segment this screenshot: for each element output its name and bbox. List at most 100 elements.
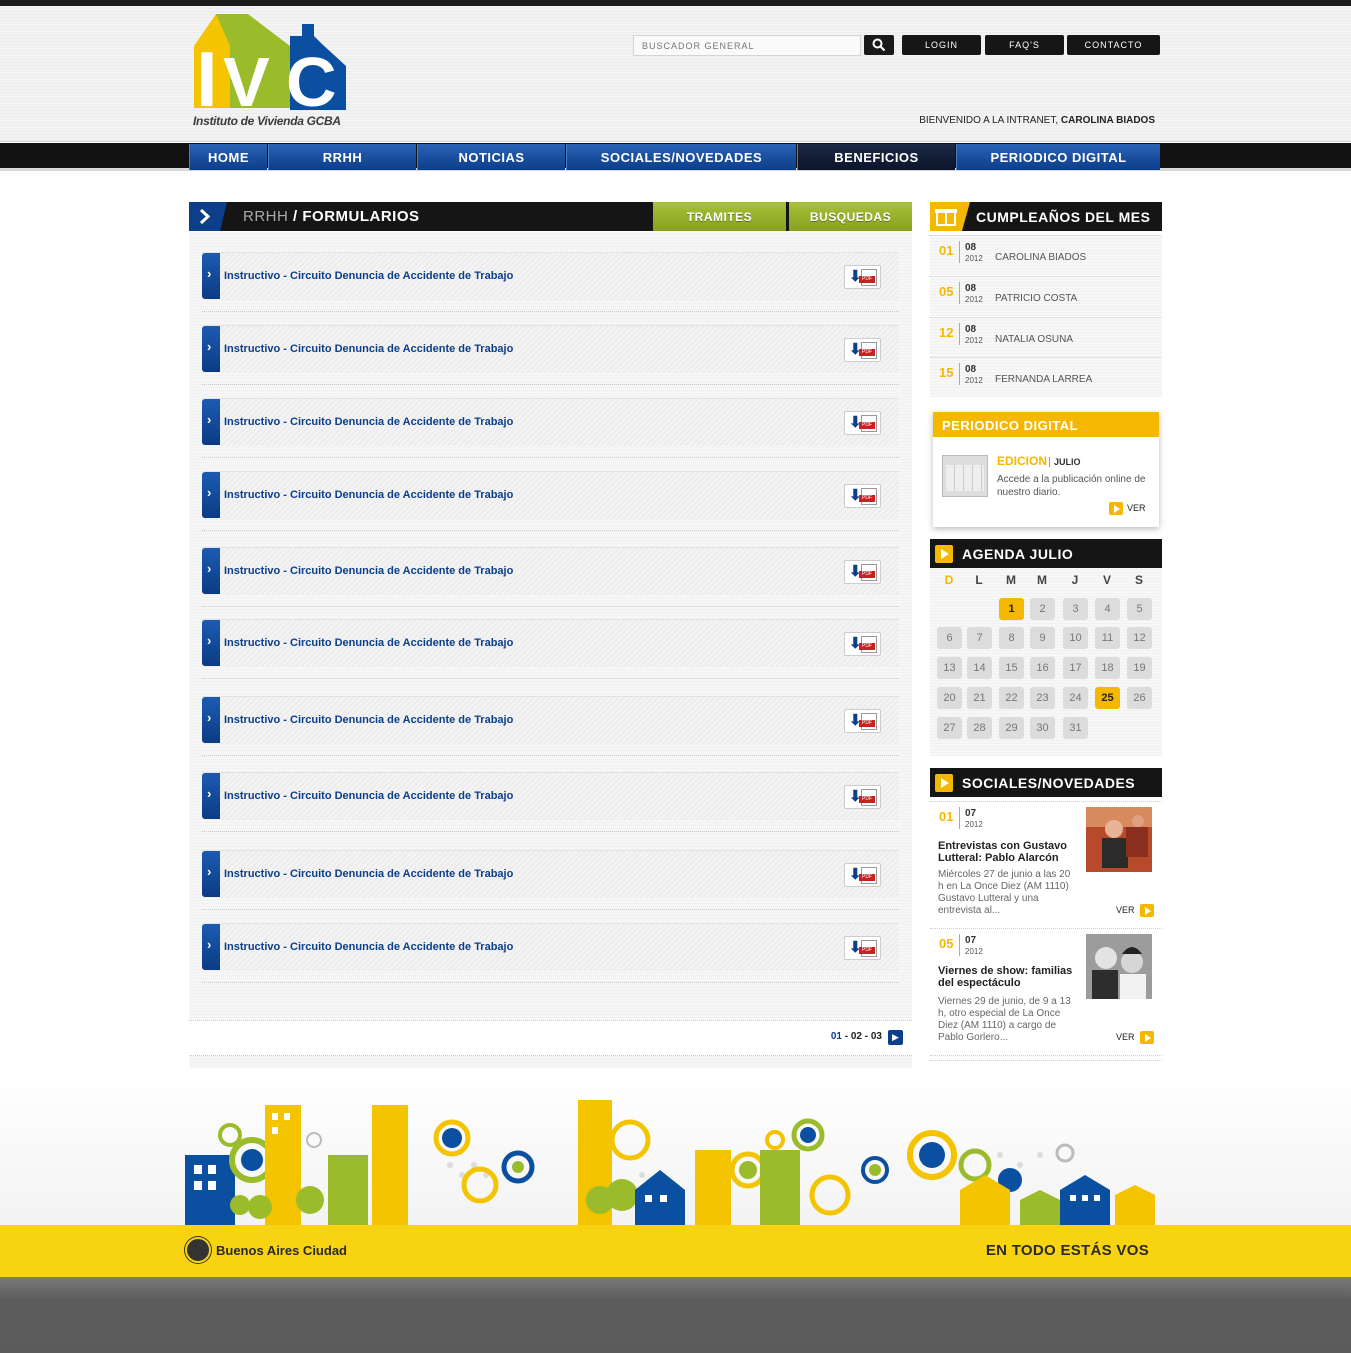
calendar-day[interactable]: 17 xyxy=(1063,657,1088,679)
weekday-label: D xyxy=(944,573,954,587)
page-02[interactable]: 02 xyxy=(851,1031,862,1042)
faqs-button[interactable]: FAQ'S xyxy=(985,35,1064,55)
nav-home[interactable]: HOME xyxy=(189,144,267,170)
form-row[interactable]: › Instructivo - Circuito Denuncia de Acci… xyxy=(202,252,899,300)
calendar-day[interactable]: 30 xyxy=(1030,717,1055,739)
calendar-day[interactable]: 14 xyxy=(967,657,992,679)
pdf-download-icon[interactable]: ⬇ PDF xyxy=(844,863,881,887)
calendar-day[interactable]: 10 xyxy=(1063,627,1088,649)
social-excerpt: Miércoles 27 de junio a las 20 h en La O… xyxy=(938,869,1071,916)
calendar-day[interactable]: 26 xyxy=(1127,687,1152,709)
contacto-button[interactable]: CONTACTO xyxy=(1067,35,1160,55)
form-link[interactable]: Instructivo - Circuito Denuncia de Accid… xyxy=(224,714,513,726)
newspaper-thumbnail[interactable] xyxy=(942,455,988,497)
calendar-day[interactable]: 15 xyxy=(999,657,1024,679)
calendar-day[interactable]: 11 xyxy=(1095,627,1120,649)
form-row[interactable]: › Instructivo - Circuito Denuncia de Acci… xyxy=(202,547,899,595)
pdf-download-icon[interactable]: ⬇ PDF xyxy=(844,785,881,809)
pdf-download-icon[interactable]: ⬇ PDF xyxy=(844,560,881,584)
breadcrumb-rrhh[interactable]: RRHH xyxy=(243,208,288,225)
form-link[interactable]: Instructivo - Circuito Denuncia de Accid… xyxy=(224,941,513,953)
form-link[interactable]: Instructivo - Circuito Denuncia de Accid… xyxy=(224,565,513,577)
calendar-day[interactable]: 2 xyxy=(1030,598,1055,620)
calendar-day[interactable]: 6 xyxy=(937,627,962,649)
search-input[interactable] xyxy=(633,35,861,56)
buenos-aires-ciudad[interactable]: Buenos Aires Ciudad xyxy=(216,1243,347,1258)
welcome-message: BIENVENIDO A LA INTRANET, CAROLINA BIADO… xyxy=(919,115,1155,126)
calendar-day[interactable]: 28 xyxy=(967,717,992,739)
tab-busquedas[interactable]: BUSQUEDAS xyxy=(789,202,912,231)
pdf-download-icon[interactable]: ⬇ PDF xyxy=(844,265,881,289)
form-row[interactable]: › Instructivo - Circuito Denuncia de Acci… xyxy=(202,923,899,971)
calendar-day[interactable]: 16 xyxy=(1030,657,1055,679)
calendar-day[interactable]: 18 xyxy=(1095,657,1120,679)
calendar-day[interactable]: 7 xyxy=(967,627,992,649)
form-link[interactable]: Instructivo - Circuito Denuncia de Accid… xyxy=(224,343,513,355)
calendar-day[interactable]: 9 xyxy=(1030,627,1055,649)
form-row[interactable]: › Instructivo - Circuito Denuncia de Acci… xyxy=(202,696,899,744)
calendar-day[interactable]: 29 xyxy=(999,717,1024,739)
periodico-description: Accede a la publicación online de nuestr… xyxy=(997,474,1146,498)
page-01[interactable]: 01 xyxy=(831,1031,842,1042)
buenos-aires-seal-icon[interactable] xyxy=(185,1237,211,1263)
social-photo[interactable] xyxy=(1086,934,1152,999)
social-ver-link[interactable]: VER xyxy=(1116,904,1158,917)
social-photo[interactable] xyxy=(1086,807,1152,872)
pdf-download-icon[interactable]: ⬇ PDF xyxy=(844,709,881,733)
calendar-day[interactable]: 4 xyxy=(1095,598,1120,620)
calendar-day[interactable]: 3 xyxy=(1063,598,1088,620)
play-icon xyxy=(935,774,953,792)
social-title[interactable]: Viernes de show: familias del espectácul… xyxy=(938,965,1078,989)
periodico-ver-link[interactable]: VER xyxy=(1109,502,1146,515)
next-page-icon[interactable]: ▶ xyxy=(888,1030,903,1045)
form-row[interactable]: › Instructivo - Circuito Denuncia de Acci… xyxy=(202,619,899,667)
row-divider xyxy=(202,384,899,386)
login-button[interactable]: LOGIN xyxy=(902,35,981,55)
pdf-download-icon[interactable]: ⬇ PDF xyxy=(844,632,881,656)
tab-tramites[interactable]: TRAMITES xyxy=(653,202,786,231)
pdf-download-icon[interactable]: ⬇ PDF xyxy=(844,411,881,435)
calendar-day[interactable]: 31 xyxy=(1063,717,1088,739)
form-row[interactable]: › Instructivo - Circuito Denuncia de Acci… xyxy=(202,398,899,446)
city-illustration xyxy=(185,1100,1155,1228)
birthday-item: 12 08 2012 NATALIA OSUNA xyxy=(930,317,1162,357)
form-row[interactable]: › Instructivo - Circuito Denuncia de Acci… xyxy=(202,471,899,519)
calendar-day[interactable]: 5 xyxy=(1127,598,1152,620)
calendar-day[interactable]: 19 xyxy=(1127,657,1152,679)
calendar-day[interactable]: 21 xyxy=(967,687,992,709)
form-link[interactable]: Instructivo - Circuito Denuncia de Accid… xyxy=(224,637,513,649)
calendar-day[interactable]: 12 xyxy=(1127,627,1152,649)
pdf-download-icon[interactable]: ⬇ PDF xyxy=(844,484,881,508)
form-link[interactable]: Instructivo - Circuito Denuncia de Accid… xyxy=(224,270,513,282)
form-row[interactable]: › Instructivo - Circuito Denuncia de Acci… xyxy=(202,772,899,820)
calendar-day[interactable]: 1 xyxy=(999,598,1024,620)
social-title[interactable]: Entrevistas con Gustavo Lutteral: Pablo … xyxy=(938,840,1078,864)
calendar-day[interactable]: 24 xyxy=(1063,687,1088,709)
row-chevron-icon: › xyxy=(202,851,220,897)
pdf-download-icon[interactable]: ⬇ PDF xyxy=(844,338,881,362)
form-link[interactable]: Instructivo - Circuito Denuncia de Accid… xyxy=(224,416,513,428)
nav-rrhh[interactable]: RRHH xyxy=(268,144,416,170)
calendar-day[interactable]: 8 xyxy=(999,627,1024,649)
calendar-day[interactable]: 13 xyxy=(937,657,962,679)
nav-periodico[interactable]: PERIODICO DIGITAL xyxy=(956,144,1160,170)
form-row[interactable]: › Instructivo - Circuito Denuncia de Acci… xyxy=(202,325,899,373)
ivc-logo[interactable]: I V C xyxy=(190,6,350,131)
social-ver-link[interactable]: VER xyxy=(1116,1031,1158,1044)
calendar-day[interactable]: 22 xyxy=(999,687,1024,709)
form-link[interactable]: Instructivo - Circuito Denuncia de Accid… xyxy=(224,868,513,880)
calendar-day[interactable]: 25 xyxy=(1095,687,1120,709)
calendar-day[interactable]: 27 xyxy=(937,717,962,739)
search-button[interactable] xyxy=(864,35,894,55)
row-chevron-icon: › xyxy=(202,253,220,299)
form-link[interactable]: Instructivo - Circuito Denuncia de Accid… xyxy=(224,489,513,501)
nav-noticias[interactable]: NOTICIAS xyxy=(417,144,565,170)
form-link[interactable]: Instructivo - Circuito Denuncia de Accid… xyxy=(224,790,513,802)
form-row[interactable]: › Instructivo - Circuito Denuncia de Acci… xyxy=(202,850,899,898)
pdf-download-icon[interactable]: ⬇ PDF xyxy=(844,936,881,960)
calendar-day[interactable]: 23 xyxy=(1030,687,1055,709)
calendar-day[interactable]: 20 xyxy=(937,687,962,709)
nav-beneficios[interactable]: BENEFICIOS xyxy=(797,144,955,170)
nav-sociales[interactable]: SOCIALES/NOVEDADES xyxy=(566,144,796,170)
page-03[interactable]: 03 xyxy=(871,1031,882,1042)
